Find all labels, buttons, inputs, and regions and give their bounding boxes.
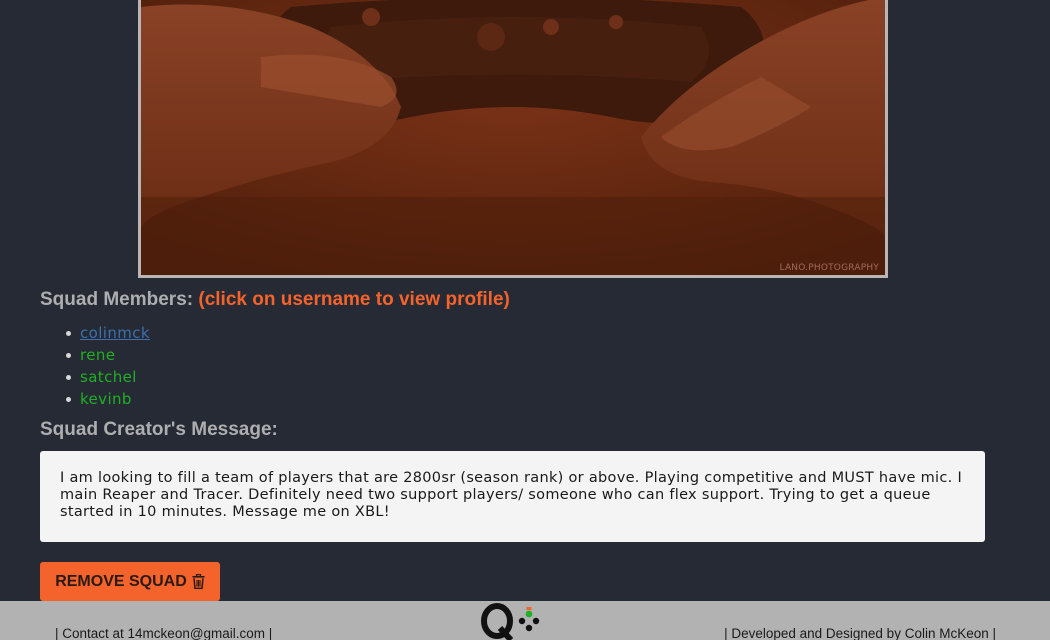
squad-members-list: colinmck rene satchel kevinb	[40, 322, 150, 410]
remove-squad-label: REMOVE SQUAD	[55, 572, 187, 590]
controller-logo-icon[interactable]	[478, 602, 548, 640]
creator-message-text: I am looking to fill a team of players t…	[60, 470, 963, 520]
creator-message-heading: Squad Creator's Message:	[40, 419, 278, 440]
squad-members-title: Squad Members:	[40, 289, 194, 310]
squad-hero-image: LANO.PHOTOGRAPHY	[138, 0, 888, 278]
photo-watermark: LANO.PHOTOGRAPHY	[779, 263, 879, 273]
member-item: kevinb	[65, 388, 150, 410]
footer-contact: | Contact at 14mckeon@gmail.com |	[55, 626, 273, 640]
profile-hint: (click on username to view profile)	[198, 289, 510, 310]
member-item: satchel	[65, 366, 150, 388]
member-name-kevinb: kevinb	[80, 390, 132, 408]
remove-squad-button[interactable]: REMOVE SQUAD	[40, 562, 220, 601]
squad-members-heading: Squad Members: (click on username to vie…	[40, 289, 510, 311]
member-item: colinmck	[65, 322, 150, 344]
member-name-satchel: satchel	[80, 368, 137, 386]
member-item: rene	[65, 344, 150, 366]
footer-credit: | Developed and Designed by Colin McKeon…	[724, 626, 996, 640]
member-link-colinmck[interactable]: colinmck	[80, 324, 150, 342]
controller-photo	[141, 0, 885, 275]
trash-icon	[192, 574, 205, 589]
page-footer: | Contact at 14mckeon@gmail.com | | Deve…	[0, 601, 1050, 640]
member-name-rene: rene	[80, 346, 116, 364]
creator-message-box: I am looking to fill a team of players t…	[40, 451, 985, 542]
